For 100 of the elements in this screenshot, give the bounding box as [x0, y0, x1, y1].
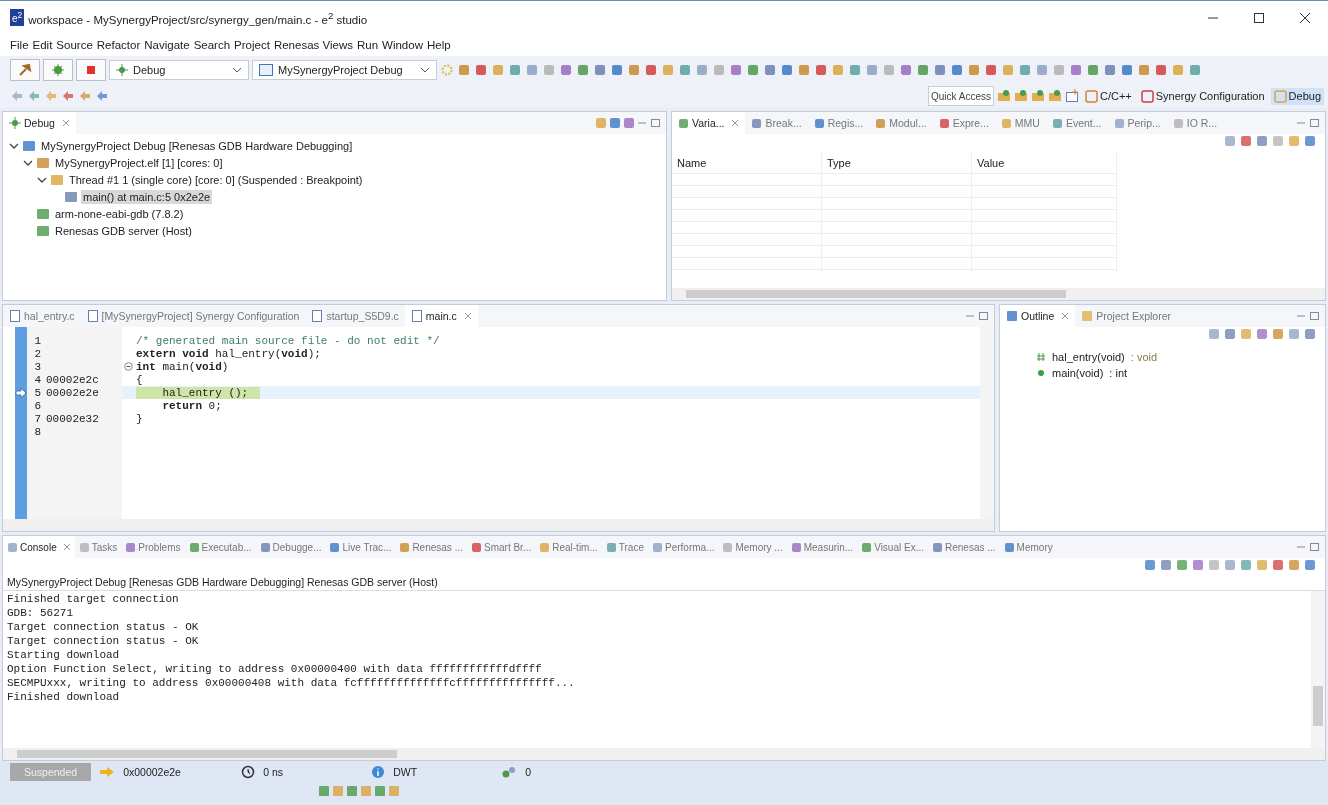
view-tab[interactable]: Regis...: [807, 112, 870, 134]
tool-icon[interactable]: [559, 63, 573, 77]
tool-icon[interactable]: [729, 63, 743, 77]
view-tab[interactable]: Trace: [601, 536, 648, 558]
menu-item[interactable]: Project: [234, 39, 270, 51]
tool-icon[interactable]: [933, 63, 947, 77]
view-tab[interactable]: IO R...: [1166, 112, 1224, 134]
tool-icon[interactable]: [899, 63, 913, 77]
tree-item[interactable]: Thread #1 1 (single core) [core: 0] (Suspended : Breakpoint): [67, 172, 365, 187]
tool-icon[interactable]: [525, 63, 539, 77]
tool-icon[interactable]: [1120, 63, 1134, 77]
tree-item[interactable]: main() at main.c:5 0x2e2e: [81, 189, 213, 204]
tool-icon[interactable]: [1255, 134, 1269, 148]
editor-tab[interactable]: startup_S5D9.c: [305, 305, 405, 327]
view-tab[interactable]: MMU: [994, 112, 1046, 134]
view-tab[interactable]: Break...: [745, 112, 808, 134]
tool-icon[interactable]: [1154, 63, 1168, 77]
vertical-scrollbar[interactable]: [1311, 591, 1325, 748]
tool-icon[interactable]: [1103, 63, 1117, 77]
menu-item[interactable]: Search: [193, 39, 231, 51]
tool-icon[interactable]: [644, 63, 658, 77]
perspective-button[interactable]: C/C++: [1081, 87, 1135, 105]
tool-icon[interactable]: [1239, 558, 1253, 572]
tool-icon[interactable]: [1018, 63, 1032, 77]
view-tab[interactable]: Memory ...: [718, 536, 787, 558]
view-tab[interactable]: Debug: [3, 112, 76, 134]
view-tab[interactable]: Outline: [1000, 305, 1076, 327]
column-header[interactable]: Name: [672, 152, 822, 174]
status-tool-icon[interactable]: [388, 785, 400, 797]
debug-button[interactable]: [43, 59, 73, 81]
view-tab[interactable]: Renesas ...: [928, 536, 1000, 558]
folder-icon[interactable]: [1013, 89, 1028, 103]
tool-icon[interactable]: [1052, 63, 1066, 77]
tool-icon[interactable]: [610, 63, 624, 77]
perspective-button[interactable]: Synergy Configuration: [1137, 87, 1268, 105]
tool-icon[interactable]: [1086, 63, 1100, 77]
view-tab[interactable]: Varia...: [672, 112, 746, 134]
tool-icon[interactable]: [1271, 327, 1285, 341]
close-icon[interactable]: [61, 119, 70, 127]
status-tool-icon[interactable]: [332, 785, 344, 797]
tool-icon[interactable]: [1207, 327, 1221, 341]
tree-item[interactable]: MySynergyProject.elf [1] [cores: 0]: [53, 155, 225, 170]
close-icon[interactable]: [62, 543, 71, 551]
status-tool-icon[interactable]: [374, 785, 386, 797]
editor-tab[interactable]: main.c: [404, 305, 478, 327]
tool-icon[interactable]: [950, 63, 964, 77]
close-icon[interactable]: [731, 119, 740, 127]
tool-icon[interactable]: [508, 63, 522, 77]
horizontal-scrollbar[interactable]: [3, 748, 1325, 760]
outline-item[interactable]: hal_entry(void) : void: [1032, 349, 1162, 365]
tool-icon[interactable]: [746, 63, 760, 77]
view-tab[interactable]: Executab...: [184, 536, 256, 558]
tool-icon[interactable]: [678, 63, 692, 77]
tool-icon[interactable]: [763, 63, 777, 77]
view-tab[interactable]: Event...: [1045, 112, 1108, 134]
view-tab[interactable]: Tasks: [74, 536, 122, 558]
navigation-icon[interactable]: [44, 89, 58, 103]
menu-item[interactable]: Run: [356, 39, 379, 51]
minimize-maximize-icon[interactable]: [636, 117, 662, 129]
tool-icon[interactable]: [457, 63, 471, 77]
fold-icon[interactable]: [124, 362, 133, 371]
tool-icon[interactable]: [1159, 558, 1173, 572]
tool-icon[interactable]: [780, 63, 794, 77]
tool-icon[interactable]: [576, 63, 590, 77]
navigation-icon[interactable]: [10, 89, 24, 103]
view-tab[interactable]: Problems: [121, 536, 185, 558]
tool-icon[interactable]: [593, 63, 607, 77]
view-tab[interactable]: Visual Ex...: [857, 536, 928, 558]
tool-icon[interactable]: [1239, 327, 1253, 341]
tool-icon[interactable]: [967, 63, 981, 77]
tool-icon[interactable]: [1171, 63, 1185, 77]
tool-icon[interactable]: [1207, 558, 1221, 572]
folder-icon[interactable]: [996, 89, 1011, 103]
tool-icon[interactable]: [831, 63, 845, 77]
open-perspective-icon[interactable]: [1064, 89, 1079, 103]
tool-icon[interactable]: [797, 63, 811, 77]
menu-item[interactable]: Help: [426, 39, 451, 51]
tool-icon[interactable]: [1191, 558, 1205, 572]
tree-item[interactable]: arm-none-eabi-gdb (7.8.2): [53, 206, 186, 221]
tool-icon[interactable]: [882, 63, 896, 77]
column-header[interactable]: Value: [972, 152, 1117, 174]
menu-item[interactable]: Renesas Views: [273, 39, 353, 51]
tool-icon[interactable]: [848, 63, 862, 77]
tool-icon[interactable]: [1223, 327, 1237, 341]
tool-icon[interactable]: [1239, 134, 1253, 148]
horizontal-scrollbar[interactable]: [3, 519, 994, 531]
tool-icon[interactable]: [1175, 558, 1189, 572]
navigation-icon[interactable]: [61, 89, 75, 103]
tool-icon[interactable]: [1069, 63, 1083, 77]
view-tab[interactable]: Performa...: [648, 536, 719, 558]
menu-item[interactable]: Source: [56, 39, 93, 51]
menu-item[interactable]: Window: [382, 39, 423, 51]
tool-icon[interactable]: [542, 63, 556, 77]
tool-icon[interactable]: [1287, 134, 1301, 148]
status-tool-icon[interactable]: [346, 785, 358, 797]
tool-icon[interactable]: [1001, 63, 1015, 77]
build-button[interactable]: [10, 59, 40, 81]
tool-icon[interactable]: [1223, 134, 1237, 148]
view-tab[interactable]: Measurin...: [786, 536, 858, 558]
minimize-maximize-icon[interactable]: [1295, 117, 1321, 129]
